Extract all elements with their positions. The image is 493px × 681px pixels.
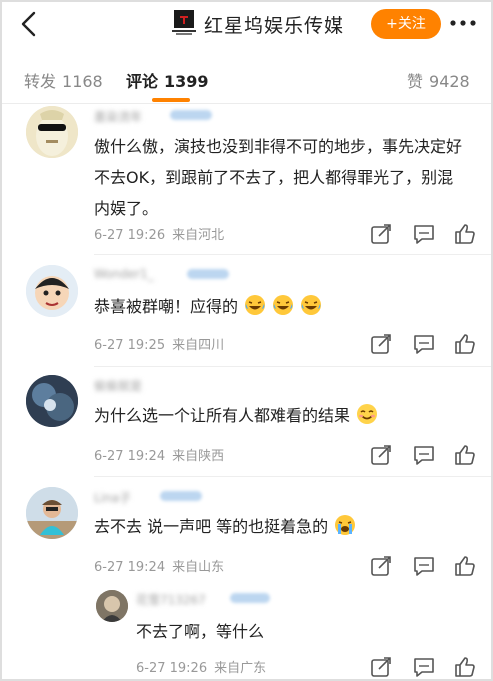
laughing-tears-emoji-icon bbox=[245, 295, 266, 315]
smile-emoji-icon bbox=[357, 404, 378, 424]
chevron-left-icon[interactable] bbox=[16, 10, 44, 38]
comment-meta: 6-27 19:26 来自广东 bbox=[136, 657, 266, 676]
comment-text-content: 为什么选一个让所有人都难看的结果 bbox=[94, 406, 351, 425]
tab-count: 9428 bbox=[429, 72, 470, 91]
member-badge bbox=[187, 269, 229, 279]
comment-text: 恭喜被群嘲！应得的 bbox=[94, 291, 466, 322]
comment-text: 不去了啊，等什么 bbox=[136, 622, 265, 641]
share-icon[interactable] bbox=[370, 555, 392, 577]
tab-likes[interactable]: 赞 9428 bbox=[407, 68, 470, 92]
comment-username[interactable]: Wonder1_ bbox=[94, 267, 154, 281]
comment-time: 6-27 19:24 bbox=[94, 449, 166, 464]
comment-text: 傲什么傲，演技也没到非得不可的地步，事先决定好不去OK，到跟前了不去了，把人都得… bbox=[94, 137, 463, 218]
comment-icon[interactable] bbox=[413, 656, 435, 678]
comment-text-content: 恭喜被群嘲！应得的 bbox=[94, 297, 239, 316]
comment-icon[interactable] bbox=[413, 444, 435, 466]
comment-time: 6-27 19:25 bbox=[94, 338, 166, 353]
comment-icon[interactable] bbox=[413, 333, 435, 355]
avatar[interactable] bbox=[96, 590, 128, 622]
comment-username[interactable]: Lina子 bbox=[94, 489, 131, 505]
share-icon[interactable] bbox=[370, 444, 392, 466]
avatar[interactable] bbox=[26, 375, 78, 427]
thumbs-up-icon[interactable] bbox=[454, 555, 476, 577]
member-badge bbox=[160, 491, 202, 501]
tab-reposts[interactable]: 转发 1168 bbox=[24, 68, 103, 92]
crying-emoji-icon bbox=[335, 515, 356, 535]
thumbs-up-icon[interactable] bbox=[454, 444, 476, 466]
comment-icon[interactable] bbox=[413, 555, 435, 577]
avatar[interactable] bbox=[26, 106, 78, 158]
divider bbox=[94, 254, 491, 255]
member-badge bbox=[170, 110, 212, 120]
tab-label: 赞 bbox=[407, 72, 424, 91]
thumbs-up-icon[interactable] bbox=[454, 333, 476, 355]
divider bbox=[94, 476, 491, 477]
comment-time: 6-27 19:24 bbox=[94, 560, 166, 575]
comment-meta: 6-27 19:26 来自河北 bbox=[94, 224, 224, 243]
tab-count: 1168 bbox=[62, 72, 103, 91]
share-icon[interactable] bbox=[370, 656, 392, 678]
ellipsis-icon[interactable] bbox=[448, 12, 478, 34]
weibo-comments-screen: 红星坞娱乐传媒 +关注 转发 1168 评论 1399 赞 9428 墨染流年 … bbox=[0, 0, 493, 681]
comment-username[interactable]: 墨染流年 bbox=[94, 108, 142, 124]
active-tab-indicator bbox=[152, 98, 190, 102]
laughing-tears-emoji-icon bbox=[301, 295, 322, 315]
comment-location: 来自四川 bbox=[172, 338, 225, 353]
comment-meta: 6-27 19:24 来自山东 bbox=[94, 556, 224, 575]
avatar[interactable] bbox=[26, 265, 78, 317]
share-icon[interactable] bbox=[370, 333, 392, 355]
follow-button[interactable]: +关注 bbox=[371, 9, 441, 39]
thumbs-up-icon[interactable] bbox=[454, 656, 476, 678]
comment-meta: 6-27 19:25 来自四川 bbox=[94, 334, 224, 353]
thumbs-up-icon[interactable] bbox=[454, 223, 476, 245]
tab-bar: 转发 1168 评论 1399 赞 9428 bbox=[2, 58, 491, 104]
comment-icon[interactable] bbox=[413, 223, 435, 245]
comment-location: 来自河北 bbox=[172, 228, 225, 243]
comment-text: 为什么选一个让所有人都难看的结果 bbox=[94, 400, 466, 431]
tab-label: 评论 bbox=[126, 72, 159, 91]
comment-text: 去不去 说一声吧 等的也挺着急的 bbox=[94, 511, 466, 542]
comment-text-content: 去不去 说一声吧 等的也挺着急的 bbox=[94, 517, 329, 536]
top-bar: 红星坞娱乐传媒 +关注 bbox=[2, 2, 491, 48]
account-logo bbox=[172, 10, 196, 35]
comment-username[interactable]: 偷偷就是 bbox=[94, 377, 142, 393]
account-title: 红星坞娱乐传媒 bbox=[204, 15, 345, 37]
divider bbox=[94, 366, 491, 367]
share-icon[interactable] bbox=[370, 223, 392, 245]
comment-time: 6-27 19:26 bbox=[94, 228, 166, 243]
laughing-tears-emoji-icon bbox=[273, 295, 294, 315]
comment-location: 来自广东 bbox=[214, 661, 267, 676]
comment-meta: 6-27 19:24 来自陕西 bbox=[94, 445, 224, 464]
comment-username[interactable]: 花雪713267 bbox=[136, 591, 206, 607]
tab-count: 1399 bbox=[164, 72, 209, 91]
comment-location: 来自陕西 bbox=[172, 449, 225, 464]
tab-comments[interactable]: 评论 1399 bbox=[126, 68, 209, 92]
comment-time: 6-27 19:26 bbox=[136, 661, 208, 676]
tab-label: 转发 bbox=[24, 72, 57, 91]
avatar[interactable] bbox=[26, 487, 78, 539]
comment-location: 来自山东 bbox=[172, 560, 225, 575]
member-badge bbox=[230, 593, 270, 603]
